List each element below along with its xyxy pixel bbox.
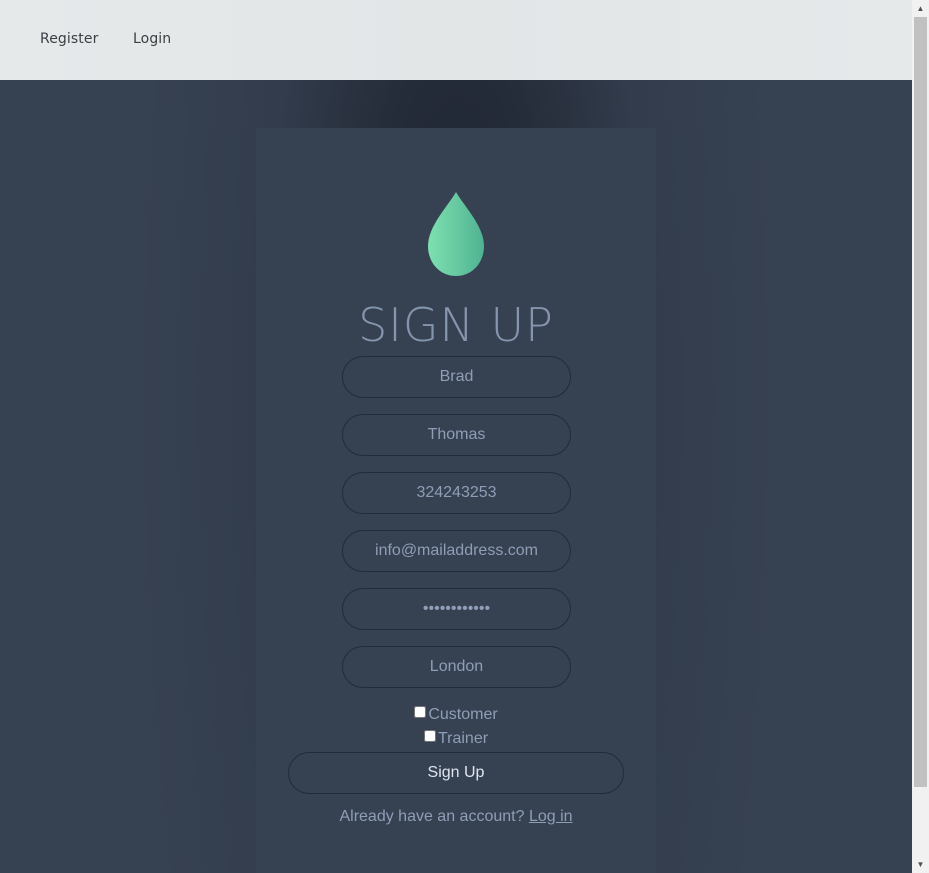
water-drop-logo-icon (426, 190, 486, 280)
trainer-checkbox[interactable] (423, 730, 436, 742)
customer-label: Customer (428, 706, 498, 723)
last-name-input[interactable] (342, 414, 571, 456)
page-title: SIGN UP (358, 298, 554, 352)
email-input[interactable] (342, 530, 571, 572)
first-name-input[interactable] (342, 356, 571, 398)
signup-card: SIGN UP Customer Trainer Sign Up Already… (256, 128, 656, 873)
navbar: Register Login (0, 0, 912, 80)
scroll-down-icon[interactable]: ▼ (912, 856, 929, 873)
trainer-option: Trainer (256, 730, 656, 750)
scroll-up-icon[interactable]: ▲ (912, 0, 929, 17)
login-link[interactable]: Log in (529, 808, 573, 825)
scrollbar[interactable]: ▲ ▼ (912, 0, 929, 873)
sign-up-button[interactable]: Sign Up (288, 752, 624, 794)
scroll-thumb[interactable] (914, 17, 927, 787)
customer-option: Customer (256, 706, 656, 726)
nav-login-link[interactable]: Login (133, 31, 171, 47)
password-input[interactable] (342, 588, 571, 630)
customer-checkbox[interactable] (414, 706, 427, 718)
city-input[interactable] (342, 646, 571, 688)
trainer-label: Trainer (437, 730, 489, 747)
login-prompt: Already have an account? Log in (256, 808, 656, 826)
login-prompt-text: Already have an account? (339, 808, 525, 825)
nav-register-link[interactable]: Register (40, 31, 98, 47)
phone-input[interactable] (342, 472, 571, 514)
